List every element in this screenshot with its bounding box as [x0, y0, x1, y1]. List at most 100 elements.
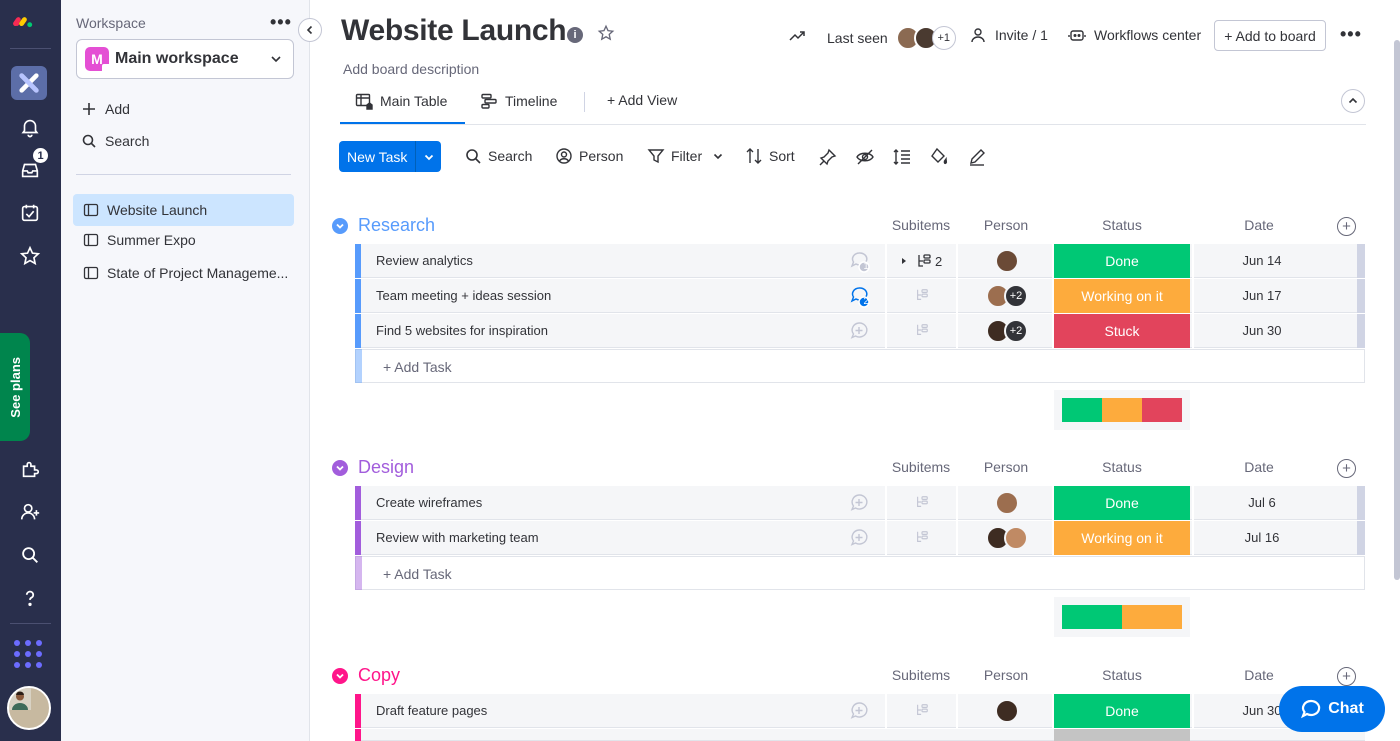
status-cell[interactable]: Done — [1054, 244, 1190, 278]
add-task-row[interactable]: + Add Task — [355, 556, 1365, 590]
invite-button[interactable]: Invite / 1 — [969, 26, 1048, 44]
new-task-dropdown[interactable] — [415, 141, 441, 172]
see-plans-button[interactable]: See plans — [0, 333, 30, 441]
person-cell[interactable] — [983, 249, 1031, 273]
table-row[interactable] — [355, 729, 1365, 741]
favorites-icon[interactable] — [15, 241, 45, 271]
board-title[interactable]: Website Launch — [341, 14, 567, 48]
add-update-icon[interactable] — [849, 493, 869, 513]
star-icon[interactable] — [597, 24, 615, 42]
status-cell[interactable]: Stuck — [1054, 314, 1190, 348]
task-name[interactable]: Review analytics — [376, 253, 473, 268]
updates-icon[interactable]: 1 — [849, 251, 870, 273]
collapse-panel-button[interactable] — [298, 18, 322, 42]
expand-arrow-icon[interactable] — [900, 257, 908, 265]
board-more-button[interactable]: ••• — [1340, 24, 1362, 45]
add-column-button[interactable]: + — [1337, 217, 1356, 236]
board-item-website-launch[interactable]: Website Launch — [73, 194, 294, 226]
subitems-icon[interactable] — [915, 703, 929, 717]
apps-puzzle-icon[interactable] — [15, 454, 45, 484]
add-update-icon[interactable] — [849, 321, 869, 341]
add-task-row[interactable]: + Add Task — [355, 349, 1365, 383]
search-icon[interactable] — [15, 540, 45, 570]
column-header-date[interactable]: Date — [1209, 459, 1309, 475]
board-description[interactable]: Add board description — [343, 61, 479, 77]
status-cell[interactable]: Working on it — [1054, 521, 1190, 555]
collapse-header-button[interactable] — [1341, 89, 1365, 113]
person-cell[interactable] — [983, 526, 1031, 550]
search-workspace-button[interactable]: Search — [81, 133, 149, 149]
products-grid-icon[interactable] — [14, 640, 42, 668]
add-item-button[interactable]: Add — [81, 101, 130, 117]
info-icon[interactable]: i — [567, 27, 583, 43]
status-cell[interactable]: Done — [1054, 486, 1190, 520]
add-column-button[interactable]: + — [1337, 667, 1356, 686]
activity-icon[interactable] — [788, 27, 806, 45]
column-header-date[interactable]: Date — [1209, 667, 1309, 683]
user-avatar[interactable] — [7, 686, 51, 730]
workspace-selector[interactable]: M Main workspace — [76, 39, 294, 79]
column-header-status[interactable]: Status — [1072, 667, 1172, 683]
table-row[interactable]: Review with marketing team Working on it J… — [355, 521, 1365, 555]
column-header-person[interactable]: Person — [956, 459, 1056, 475]
column-header-person[interactable]: Person — [956, 217, 1056, 233]
task-name[interactable]: Team meeting + ideas session — [376, 288, 551, 303]
filter-button[interactable]: Filter — [647, 147, 730, 165]
table-row[interactable]: Review analytics 1 2 Done Jun 14 — [355, 244, 1365, 278]
color-fill-icon[interactable] — [929, 147, 949, 167]
person-cell[interactable] — [983, 699, 1031, 723]
group-collapse-icon[interactable] — [332, 667, 348, 684]
status-cell[interactable]: Done — [1054, 694, 1190, 728]
invite-members-icon[interactable] — [15, 497, 45, 527]
workflows-center-button[interactable]: Workflows center — [1068, 26, 1201, 44]
help-icon[interactable] — [15, 583, 45, 613]
pin-icon[interactable] — [818, 147, 838, 167]
group-collapse-icon[interactable] — [332, 217, 348, 234]
monday-logo-icon[interactable] — [12, 10, 34, 32]
table-row[interactable]: Team meeting + ideas session 2 +2 Working o… — [355, 279, 1365, 313]
column-header-person[interactable]: Person — [956, 667, 1056, 683]
subitems-cell[interactable]: 2 — [900, 253, 942, 269]
vertical-scrollbar[interactable] — [1394, 40, 1400, 580]
group-collapse-icon[interactable] — [332, 459, 348, 476]
last-seen[interactable]: Last seen +1 — [827, 26, 956, 50]
subitems-icon[interactable] — [915, 323, 929, 337]
person-cell[interactable] — [983, 491, 1031, 515]
group-title-design[interactable]: Design — [332, 457, 414, 478]
status-summary[interactable] — [1054, 390, 1190, 430]
date-cell[interactable]: Jun 17 — [1212, 288, 1312, 303]
group-title-research[interactable]: Research — [332, 215, 435, 236]
row-height-icon[interactable] — [892, 147, 912, 167]
person-cell[interactable]: +2 — [983, 319, 1031, 343]
edit-icon[interactable] — [967, 147, 987, 167]
board-item-summer-expo[interactable]: Summer Expo — [73, 224, 294, 256]
tab-timeline[interactable]: Timeline — [480, 92, 557, 110]
column-header-status[interactable]: Status — [1072, 459, 1172, 475]
new-task-button[interactable]: New Task — [339, 141, 441, 172]
board-item-state-of-project-management[interactable]: State of Project Manageme... — [73, 257, 294, 289]
sort-button[interactable]: Sort — [745, 147, 795, 165]
status-cell[interactable]: Working on it — [1054, 279, 1190, 313]
task-name[interactable]: Create wireframes — [376, 495, 482, 510]
search-button[interactable]: Search — [464, 147, 532, 165]
add-to-board-button[interactable]: + Add to board — [1214, 20, 1326, 51]
status-summary[interactable] — [1054, 597, 1190, 637]
add-update-icon[interactable] — [849, 528, 869, 548]
subitems-icon[interactable] — [915, 530, 929, 544]
date-cell[interactable]: Jun 30 — [1212, 323, 1312, 338]
workspace-more-button[interactable]: ••• — [270, 12, 292, 33]
my-work-icon[interactable] — [15, 198, 45, 228]
chat-button[interactable]: Chat — [1279, 686, 1385, 732]
updates-icon[interactable]: 2 — [849, 286, 870, 308]
tab-add-view[interactable]: + Add View — [607, 92, 677, 108]
task-name[interactable]: Review with marketing team — [376, 530, 539, 545]
date-cell[interactable]: Jul 16 — [1212, 530, 1312, 545]
person-cell[interactable]: +2 — [983, 284, 1031, 308]
date-cell[interactable]: Jun 14 — [1212, 253, 1312, 268]
person-filter-button[interactable]: Person — [555, 147, 623, 165]
chevron-down-icon[interactable] — [712, 150, 724, 162]
subitems-icon[interactable] — [915, 288, 929, 302]
status-cell[interactable] — [1054, 729, 1190, 741]
table-row[interactable]: Draft feature pages Done Jun 30 — [355, 694, 1365, 728]
tab-main-table[interactable]: Main Table — [355, 92, 447, 110]
